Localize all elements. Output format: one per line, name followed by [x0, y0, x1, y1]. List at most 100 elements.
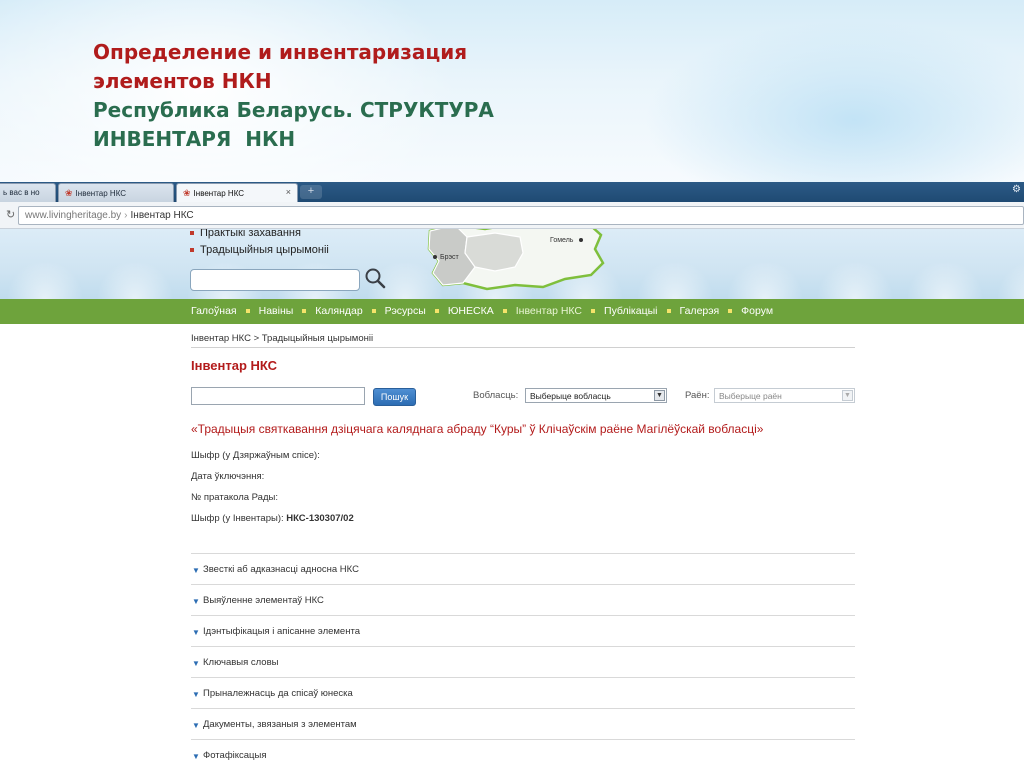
protocol-field: № пратакола Рады: [191, 492, 278, 503]
slide-title-line-4: ИНВЕНТАРЯ НКН [93, 127, 296, 151]
search-button[interactable]: Пошук [373, 388, 416, 406]
nav-item[interactable]: ЮНЕСКА [448, 305, 494, 317]
browser-window: ь вас в но ❀ Інвентар НКС ❀ Інвентар НКС ×… [0, 182, 1024, 768]
site-search-input[interactable] [190, 269, 360, 291]
breadcrumb[interactable]: Інвентар НКС > Традыцыйныя цырымоніі [191, 333, 373, 344]
state-code-label: Шыфр (у Дзяржаўным спісе): [191, 450, 320, 461]
nav-bullet-icon [666, 309, 671, 314]
inventory-code-value: НКС-130307/02 [286, 513, 354, 524]
expand-triangle-icon: ▼ [192, 597, 200, 606]
header-links: Практыкі захавання Традыцыйныя цырымоніі [190, 229, 329, 259]
slide-title-line-2: элементов НКН [93, 69, 272, 93]
accordion-section-label: Ключавыя словы [203, 657, 279, 668]
bullet-icon [190, 248, 194, 253]
accordion-section-label: Ідэнтыфікацыя і апісанне элемента [203, 626, 360, 637]
nav-item[interactable]: Галоўная [191, 305, 237, 317]
bullet-icon [190, 231, 194, 236]
nav-item[interactable]: Форум [741, 305, 773, 317]
site-header: Практыкі захавання Традыцыйныя цырымоніі… [0, 229, 1024, 299]
slide-title-line-3: Республика Беларусь. СТРУКТУРА [93, 98, 494, 122]
breadcrumb-divider [191, 347, 855, 348]
url-host: www.livingheritage.by [25, 210, 122, 221]
accordion-section-label: Прыналежнасць да спісаў юнеска [203, 688, 353, 699]
expand-triangle-icon: ▼ [192, 690, 200, 699]
nav-bullet-icon [434, 309, 439, 314]
expand-triangle-icon: ▼ [192, 628, 200, 637]
accordion-section[interactable]: ▼ Выяўленне элементаў НКС [191, 584, 855, 615]
gear-icon[interactable]: ⚙ [1012, 184, 1021, 195]
site-favicon-icon: ❀ [65, 188, 73, 198]
nav-item[interactable]: Рэсурсы [385, 305, 426, 317]
inventory-code-field: Шыфр (у Інвентары): НКС-130307/02 [191, 513, 354, 524]
expand-triangle-icon: ▼ [192, 752, 200, 761]
accordion-section-label: Дакументы, звязаныя з элементам [203, 719, 357, 730]
accordion-section-label: Выяўленне элементаў НКС [203, 595, 324, 606]
nav-bullet-icon [371, 309, 376, 314]
site-favicon-icon: ❀ [183, 188, 191, 198]
chevron-down-icon: ▼ [654, 390, 665, 401]
state-code-field: Шыфр (у Дзяржаўным спісе): [191, 450, 320, 461]
district-label: Раён: [685, 390, 710, 401]
accordion-section[interactable]: ▼ Фотафіксацыя [191, 739, 855, 768]
nav-bullet-icon [302, 309, 307, 314]
expand-triangle-icon: ▼ [192, 721, 200, 730]
expand-triangle-icon: ▼ [192, 659, 200, 668]
accordion-section[interactable]: ▼ Прыналежнасць да спісаў юнеска [191, 677, 855, 708]
region-select[interactable]: Выберыце вобласць ▼ [525, 388, 667, 403]
nav-bullet-icon [245, 309, 250, 314]
slide-title: Определение и инвентаризация элементов Н… [93, 38, 653, 154]
header-link-practices[interactable]: Практыкі захавання [190, 229, 329, 242]
map-label-brest: Брэст [440, 254, 460, 261]
tab-1-label: ь вас в но [3, 188, 40, 197]
tab-2-label: Інвентар НКС [75, 189, 127, 198]
main-nav: Галоўная Навіны Каляндар Рэсурсы ЮНЕСКА Інвен… [0, 299, 1024, 324]
address-bar: ↻ www.livingheritage.by › Інвентар НКС [0, 202, 1024, 229]
nav-bullet-icon [502, 309, 507, 314]
date-field: Дата ўключэння: [191, 471, 264, 482]
close-tab-icon[interactable]: × [286, 187, 291, 197]
accordion-section[interactable]: ▼ Звесткі аб адказнасці адносна НКС [191, 553, 855, 584]
background-glow-right [644, 20, 1024, 185]
district-select[interactable]: Выберыце раён ▼ [714, 388, 855, 403]
url-page: Інвентар НКС [130, 210, 194, 221]
expand-triangle-icon: ▼ [192, 566, 200, 575]
element-title: «Традыцыя святкавання дзіцячага каляднаг… [191, 422, 764, 436]
header-link-label: Практыкі захавання [200, 229, 301, 239]
nav-item[interactable]: Навіны [259, 305, 294, 317]
protocol-label: № пратакола Рады: [191, 492, 278, 503]
nav-bullet-icon [591, 309, 596, 314]
url-input[interactable]: www.livingheritage.by › Інвентар НКС [18, 206, 1024, 225]
accordion-section-label: Звесткі аб адказнасці адносна НКС [203, 564, 359, 575]
inventory-code-label: Шыфр (у Інвентары): [191, 513, 284, 524]
nav-item[interactable]: Галерэя [680, 305, 720, 317]
tab-3[interactable]: ❀ Інвентар НКС × [176, 183, 298, 202]
chevron-down-icon: ▼ [842, 390, 853, 401]
reload-icon[interactable]: ↻ [6, 208, 15, 221]
nav-bullet-icon [728, 309, 733, 314]
header-link-label: Традыцыйныя цырымоніі [200, 244, 329, 256]
tab-1[interactable]: ь вас в но [0, 183, 56, 202]
nav-item[interactable]: Інвентар НКС [516, 305, 582, 317]
accordion-section[interactable]: ▼ Ключавыя словы [191, 646, 855, 677]
belarus-map[interactable]: Брэст Гомель [425, 229, 610, 293]
tab-2[interactable]: ❀ Інвентар НКС [58, 183, 174, 202]
header-link-ceremonies[interactable]: Традыцыйныя цырымоніі [190, 242, 329, 259]
map-label-homel: Гомель [550, 237, 574, 244]
nav-item[interactable]: Каляндар [315, 305, 362, 317]
accordion-section[interactable]: ▼ Ідэнтыфікацыя і апісанне элемента [191, 615, 855, 646]
tab-3-label: Інвентар НКС [193, 189, 245, 198]
district-select-value: Выберыце раён [719, 391, 782, 401]
nav-items: Галоўная Навіны Каляндар Рэсурсы ЮНЕСКА Інвен… [191, 305, 773, 317]
region-label: Вобласць: [473, 390, 519, 401]
slide-title-line-1: Определение и инвентаризация [93, 40, 468, 64]
accordion-section-label: Фотафіксацыя [203, 750, 267, 761]
new-tab-button[interactable]: + [300, 185, 322, 199]
nav-item[interactable]: Публікацыі [604, 305, 657, 317]
accordion-section[interactable]: ▼ Дакументы, звязаныя з элементам [191, 708, 855, 739]
region-select-value: Выберыце вобласць [530, 391, 611, 401]
inventory-search-input[interactable] [191, 387, 365, 405]
search-icon[interactable] [363, 266, 387, 290]
tab-bar: ь вас в но ❀ Інвентар НКС ❀ Інвентар НКС ×… [0, 182, 1024, 202]
page-title: Інвентар НКС [191, 358, 278, 373]
date-label: Дата ўключэння: [191, 471, 265, 482]
